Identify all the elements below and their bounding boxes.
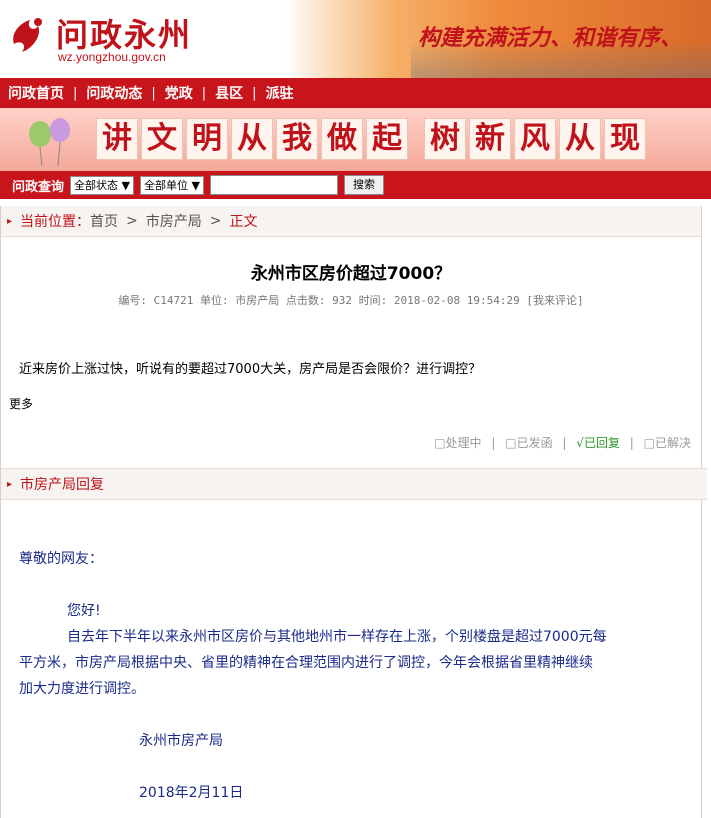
slogan-char: 从	[231, 118, 273, 160]
search-label: 问政查询	[12, 179, 65, 195]
nav-counties[interactable]: 县区	[215, 83, 243, 103]
breadcrumb-separator: >	[209, 213, 222, 229]
nav-separator: |	[201, 85, 207, 101]
slogan-char: 新	[469, 118, 511, 160]
post-meta-info: 编号: C14721 单位: 市房产局 点击数: 932 时间: 2018-02…	[118, 294, 520, 307]
site-logo-url: wz.yongzhou.gov.cn	[58, 50, 166, 64]
status-indicators: □处理中 | □已发函 | √已回复 | □已解决	[434, 434, 691, 451]
reply-text-line: 加大力度进行调控。	[19, 681, 145, 697]
reply-hello: 您好!	[67, 603, 101, 619]
reply-date: 2018年2月11日	[139, 785, 244, 801]
main-content: ▸ 当前位置： 首页 > 市房产局 > 正文 永州市区房价超过7000？ 编号:…	[0, 206, 707, 818]
nav-news[interactable]: 问政动态	[86, 83, 142, 103]
triangle-right-icon: ▸	[7, 215, 13, 227]
slogan-char: 讲	[96, 118, 138, 160]
balloons-icon	[29, 118, 70, 167]
nav-party-gov[interactable]: 党政	[165, 83, 193, 103]
post-meta: 编号: C14721 单位: 市房产局 点击数: 932 时间: 2018-02…	[1, 292, 701, 308]
main-nav: 问政首页 | 问政动态 | 党政 | 县区 | 派驻	[0, 78, 711, 108]
slogan-char: 做	[321, 118, 363, 160]
search-bar: 问政查询 全部状态 ▼ 全部单位 ▼ 搜索	[0, 171, 711, 199]
status-select[interactable]: 全部状态 ▼	[70, 175, 134, 195]
reply-signature: 永州市房产局	[139, 733, 223, 749]
nav-home[interactable]: 问政首页	[8, 83, 64, 103]
breadcrumb-separator: >	[126, 213, 138, 229]
reply-text-line: 自去年下半年以来永州市区房价与其他地州市一样存在上涨，个别楼盘是超过7000元每	[67, 629, 607, 645]
reply-greeting: 尊敬的网友：	[19, 551, 103, 567]
slogan-gap	[411, 118, 421, 158]
nav-stationed[interactable]: 派驻	[266, 83, 294, 103]
reply-header: ▸ 市房产局回复	[1, 468, 707, 500]
status-processing: □处理中	[434, 436, 482, 450]
city-skyline-image	[411, 40, 711, 78]
nav-separator: |	[151, 85, 156, 101]
search-input[interactable]	[209, 175, 338, 195]
breadcrumb: ▸ 当前位置： 首页 > 市房产局 > 正文	[1, 206, 701, 237]
nav-separator: |	[252, 85, 257, 101]
slogan-char: 风	[514, 118, 556, 160]
nav-separator: |	[73, 85, 78, 101]
breadcrumb-home[interactable]: 首页	[90, 211, 118, 231]
status-separator: |	[562, 436, 567, 450]
status-separator: |	[629, 436, 634, 450]
post-title: 永州市区房价超过7000？	[250, 264, 452, 284]
civility-banner: 讲 文 明 从 我 做 起 树 新 风 从 现	[0, 108, 711, 171]
status-resolved: □已解决	[643, 436, 691, 450]
logo-icon	[13, 18, 42, 52]
slogan-char: 我	[276, 118, 318, 160]
slogan-char: 起	[366, 118, 408, 160]
slogan-char: 树	[424, 118, 466, 160]
triangle-right-icon: ▸	[7, 478, 13, 490]
post-question: 近来房价上涨过快，听说有的要超过7000大关，房产局是否会限价？进行调控？	[19, 362, 482, 377]
slogan-char: 现	[604, 118, 646, 160]
more-link[interactable]: 更多	[1, 395, 701, 412]
status-replied: √已回复	[576, 436, 620, 450]
slogan-characters: 讲 文 明 从 我 做 起 树 新 风 从 现	[96, 118, 646, 160]
status-sent: □已发函	[505, 436, 553, 450]
reply-body: 尊敬的网友： 您好! 自去年下半年以来永州市区房价与其他地州市一样存在上涨，个别…	[19, 546, 684, 806]
comment-link[interactable]: [我来评论]	[526, 294, 583, 307]
breadcrumb-label: 当前位置：	[20, 214, 91, 230]
breadcrumb-current: 正文	[229, 214, 258, 230]
reply-header-title: 市房产局回复	[20, 477, 105, 493]
unit-select[interactable]: 全部单位 ▼	[139, 175, 204, 195]
slogan-char: 明	[186, 118, 228, 160]
slogan-char: 文	[141, 118, 183, 160]
search-button[interactable]: 搜索	[343, 175, 384, 195]
breadcrumb-dept[interactable]: 市房产局	[146, 211, 202, 231]
reply-text-line: 平方米，市房产局根据中央、省里的精神在合理范围内进行了调控，今年会根据省里精神继…	[19, 655, 593, 671]
slogan-char: 从	[559, 118, 601, 160]
site-banner: 问政永州 wz.yongzhou.gov.cn 构建充满活力、和谐有序、	[0, 0, 711, 78]
status-separator: |	[491, 436, 496, 450]
